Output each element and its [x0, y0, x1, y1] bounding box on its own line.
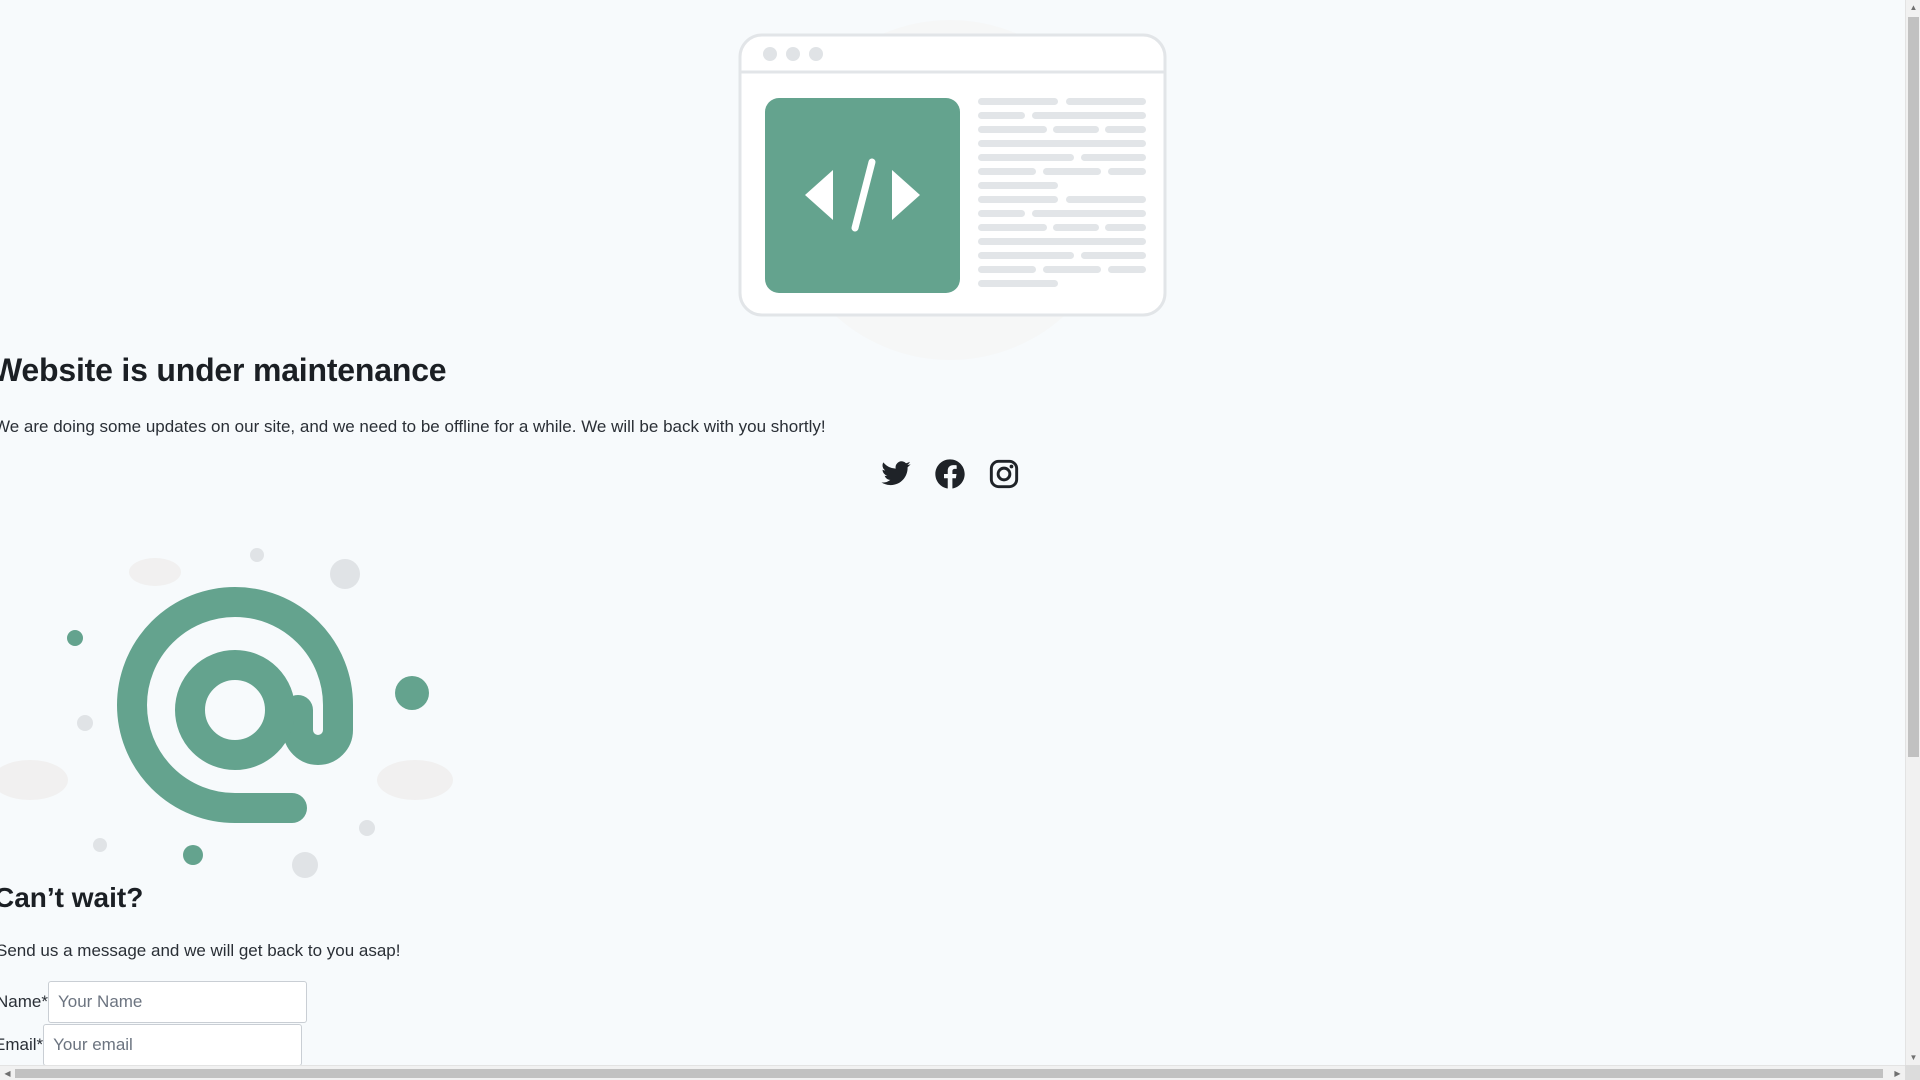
- name-input[interactable]: [47, 981, 307, 1023]
- email-row: Email*: [0, 1024, 303, 1065]
- instagram-icon: [989, 459, 1019, 489]
- scroll-right-arrow-icon[interactable]: ▶: [1890, 1066, 1905, 1080]
- vertical-scroll-thumb[interactable]: [1908, 17, 1919, 757]
- at-sign-icon: [0, 545, 460, 880]
- vertical-scrollbar[interactable]: ▲ ▼: [1905, 0, 1920, 1065]
- page-title: Website is under maintenance: [0, 352, 447, 388]
- social-links: [880, 458, 1020, 490]
- scroll-up-arrow-icon[interactable]: ▲: [1906, 0, 1920, 15]
- scroll-down-arrow-icon[interactable]: ▼: [1906, 1050, 1920, 1065]
- contact-subtitle: Send us a message and we will get back t…: [0, 941, 401, 960]
- name-label: Name*: [0, 992, 48, 1011]
- scroll-left-arrow-icon[interactable]: ◀: [0, 1066, 15, 1080]
- horizontal-scroll-thumb[interactable]: [15, 1069, 1883, 1078]
- facebook-link[interactable]: [934, 458, 966, 490]
- instagram-link[interactable]: [988, 458, 1020, 490]
- facebook-icon: [935, 459, 965, 489]
- browser-code-window-icon: [705, 20, 1195, 360]
- twitter-link[interactable]: [880, 458, 912, 490]
- horizontal-scrollbar[interactable]: ◀ ▶: [0, 1065, 1905, 1080]
- maintenance-message: We are doing some updates on our site, a…: [0, 417, 826, 436]
- scrollbar-corner: [1905, 1065, 1920, 1080]
- twitter-icon: [881, 461, 911, 486]
- page-viewport: Website is under maintenance We are doin…: [0, 0, 1905, 1065]
- email-input[interactable]: [43, 1024, 303, 1065]
- email-label: Email*: [0, 1035, 44, 1054]
- name-row: Name*: [0, 981, 307, 1023]
- contact-title: Can’t wait?: [0, 882, 144, 913]
